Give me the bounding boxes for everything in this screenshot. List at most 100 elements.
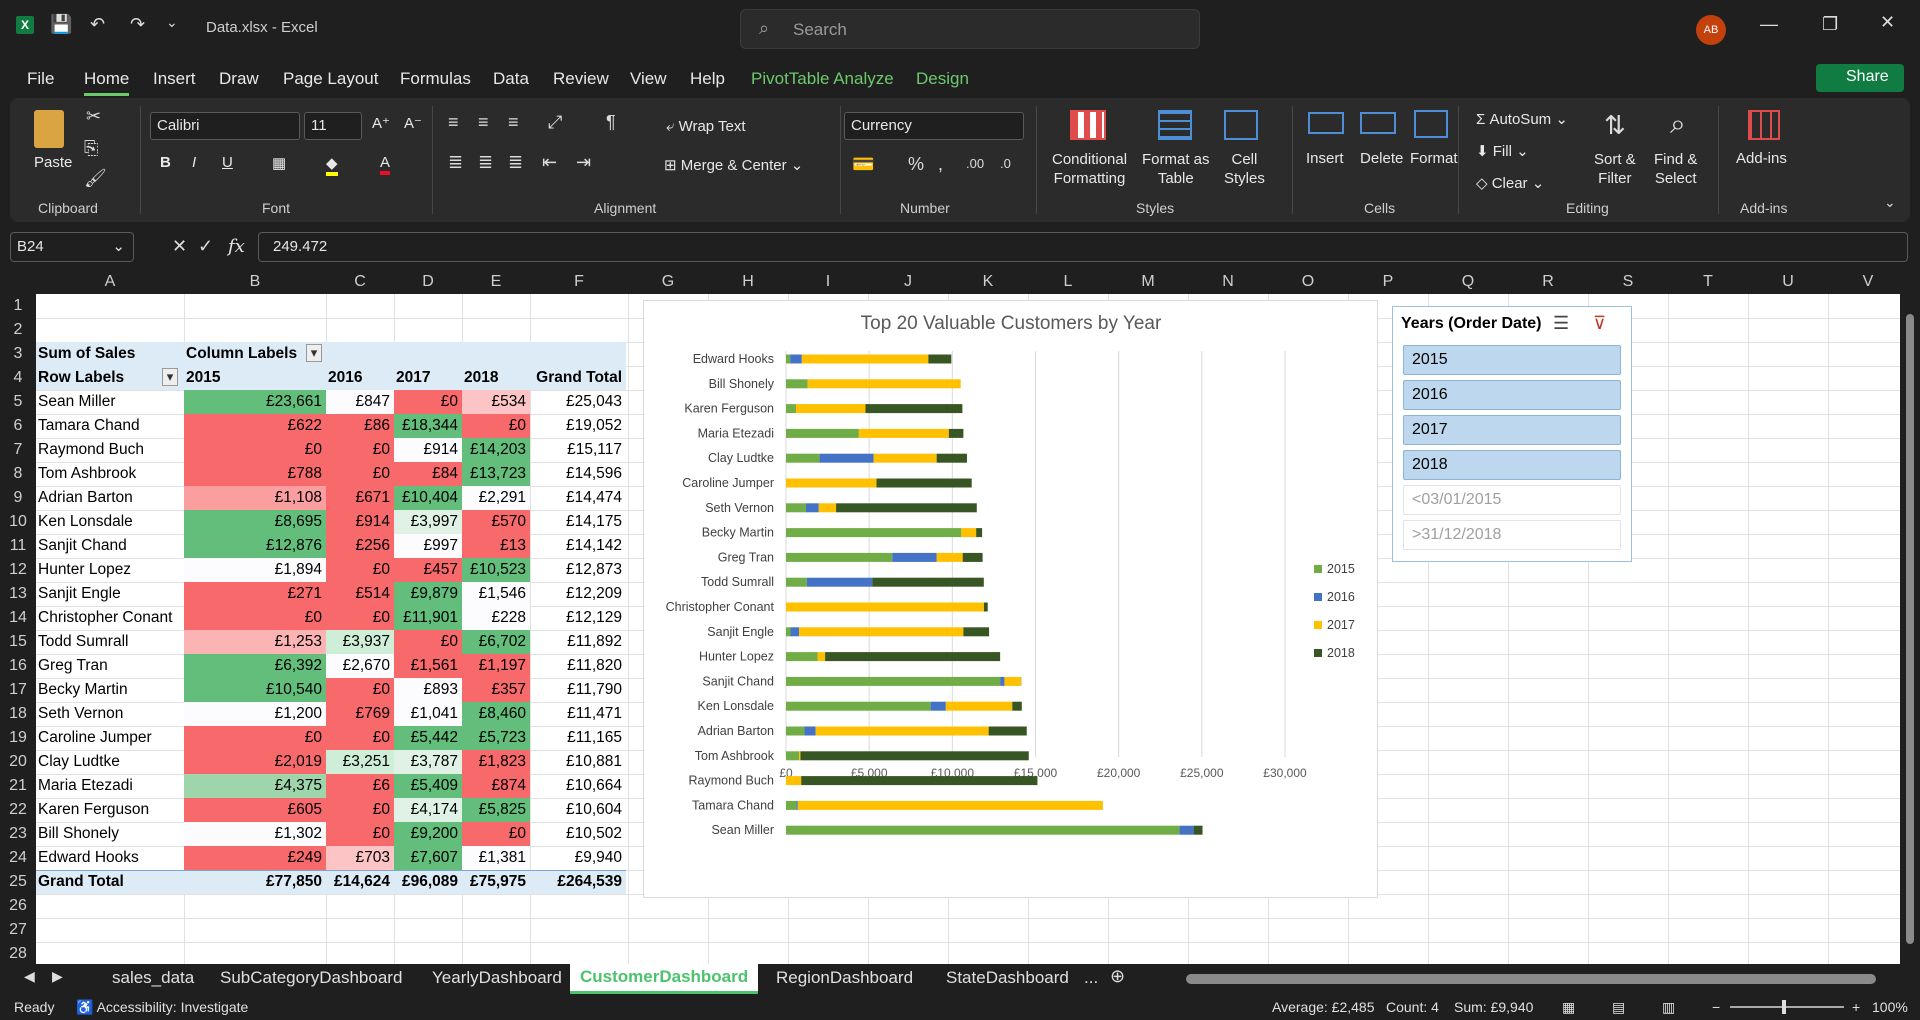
row-header[interactable]: 11	[0, 534, 36, 558]
column-header[interactable]: T	[1668, 273, 1748, 291]
pivot-row-name[interactable]: Raymond Buch	[36, 438, 184, 462]
format-cells-icon[interactable]	[1414, 110, 1448, 138]
scroll-tabs-left-icon[interactable]: ◀	[24, 968, 35, 985]
row-header[interactable]: 20	[0, 750, 36, 774]
undo-icon[interactable]: ↶	[90, 14, 105, 35]
pivot-value-cell[interactable]: £605	[184, 798, 326, 822]
pivot-value-cell[interactable]: £11,892	[530, 630, 626, 654]
row-header[interactable]: 24	[0, 846, 36, 870]
pivot-value-cell[interactable]: £12,209	[530, 582, 626, 606]
pivot-value-cell[interactable]: £0	[326, 438, 394, 462]
pivot-value-cell[interactable]: £12,873	[530, 558, 626, 582]
tab-view[interactable]: View	[630, 69, 667, 89]
row-header[interactable]: 3	[0, 342, 36, 366]
paste-icon[interactable]	[34, 110, 64, 148]
column-header[interactable]: L	[1028, 273, 1108, 291]
pivot-value-cell[interactable]: £622	[184, 414, 326, 438]
wrap-text-button[interactable]: ⤶ Wrap Text	[666, 118, 746, 135]
status-count[interactable]: Count: 4	[1386, 999, 1439, 1015]
pivot-value-cell[interactable]: £0	[326, 798, 394, 822]
pivot-value-cell[interactable]: £2,670	[326, 654, 394, 678]
font-name-select[interactable]: Calibri	[150, 112, 300, 140]
rtl-icon[interactable]: ¶	[606, 112, 616, 133]
pivot-value-cell[interactable]: £10,604	[530, 798, 626, 822]
pivot-value-cell[interactable]: £86	[326, 414, 394, 438]
column-header[interactable]: K	[948, 273, 1028, 291]
grand-total-value[interactable]: £77,850	[184, 870, 326, 894]
pivot-value-cell[interactable]: £14,142	[530, 534, 626, 558]
increase-indent-icon[interactable]: ⇥	[576, 152, 591, 173]
pivot-value-cell[interactable]: £5,442	[394, 726, 462, 750]
row-header[interactable]: 13	[0, 582, 36, 606]
pivot-value-cell[interactable]: £11,471	[530, 702, 626, 726]
number-format-select[interactable]: Currency	[844, 112, 1024, 140]
addins-icon[interactable]	[1748, 110, 1780, 140]
column-header[interactable]: Q	[1428, 273, 1508, 291]
column-header[interactable]: F	[530, 273, 628, 291]
pivot-value-cell[interactable]: £703	[326, 846, 394, 870]
pivot-value-cell[interactable]: £1,381	[462, 846, 530, 870]
decrease-indent-icon[interactable]: ⇤	[542, 152, 557, 173]
pivot-value-cell[interactable]: £23,661	[184, 390, 326, 414]
sheet-tab[interactable]: sales_data	[112, 968, 194, 988]
grand-total-label[interactable]: Grand Total	[36, 870, 184, 894]
pivot-value-cell[interactable]: £8,460	[462, 702, 530, 726]
pivot-value-cell[interactable]: £228	[462, 606, 530, 630]
grand-total-value[interactable]: £96,089	[394, 870, 462, 894]
row-header[interactable]: 9	[0, 486, 36, 510]
tab-page-layout[interactable]: Page Layout	[283, 69, 378, 89]
column-header[interactable]: M	[1108, 273, 1188, 291]
pivot-value-cell[interactable]: £10,404	[394, 486, 462, 510]
pivot-year-header[interactable]: 2016	[326, 366, 394, 390]
accounting-format-icon[interactable]: 💳	[852, 154, 874, 175]
page-layout-view-icon[interactable]: ▤	[1612, 999, 1625, 1016]
sheet-tab[interactable]: SubCategoryDashboard	[220, 968, 402, 988]
find-select-icon[interactable]: ⌕	[1670, 108, 1686, 141]
formula-input[interactable]: 249.472	[258, 232, 1908, 262]
pivot-value-cell[interactable]: £0	[394, 630, 462, 654]
pivot-row-name[interactable]: Bill Shonely	[36, 822, 184, 846]
row-header[interactable]: 19	[0, 726, 36, 750]
column-header[interactable]: C	[326, 273, 394, 291]
borders-icon[interactable]: ▦	[272, 154, 286, 172]
increase-font-icon[interactable]: A⁺	[372, 114, 390, 132]
row-header[interactable]: 22	[0, 798, 36, 822]
copy-icon[interactable]: ⎘	[84, 138, 98, 159]
zoom-slider[interactable]	[1730, 1006, 1844, 1008]
insert-cells-button[interactable]: Insert	[1306, 150, 1344, 167]
status-sum[interactable]: Sum: £9,940	[1454, 999, 1533, 1015]
row-header[interactable]: 16	[0, 654, 36, 678]
underline-icon[interactable]: U	[222, 154, 233, 171]
pivot-value-cell[interactable]: £914	[326, 510, 394, 534]
row-header[interactable]: 10	[0, 510, 36, 534]
pivot-value-cell[interactable]: £514	[326, 582, 394, 606]
customize-qat-icon[interactable]: ⌄	[166, 14, 178, 31]
row-header[interactable]: 26	[0, 894, 36, 918]
conditional-formatting-button[interactable]: Conditional Formatting	[1052, 150, 1127, 188]
font-size-select[interactable]: 11	[304, 112, 362, 140]
row-header[interactable]: 2	[0, 318, 36, 342]
pivot-value-cell[interactable]: £0	[326, 606, 394, 630]
pivot-value-cell[interactable]: £9,940	[530, 846, 626, 870]
pivot-row-name[interactable]: Sean Miller	[36, 390, 184, 414]
grand-total-value[interactable]: £75,975	[462, 870, 530, 894]
pivot-row-name[interactable]: Sanjit Chand	[36, 534, 184, 558]
pivot-value-cell[interactable]: £570	[462, 510, 530, 534]
align-bottom-icon[interactable]: ≡	[508, 112, 519, 133]
decrease-font-icon[interactable]: A⁻	[404, 114, 422, 132]
pivot-value-cell[interactable]: £357	[462, 678, 530, 702]
pivot-row-name[interactable]: Adrian Barton	[36, 486, 184, 510]
pivot-value-cell[interactable]: £8,695	[184, 510, 326, 534]
minimize-icon[interactable]: —	[1760, 14, 1778, 35]
tab-file[interactable]: File	[27, 69, 54, 89]
grand-total-value[interactable]: £14,624	[326, 870, 394, 894]
page-break-view-icon[interactable]: ▥	[1662, 999, 1675, 1016]
pivot-value-cell[interactable]: £0	[462, 414, 530, 438]
pivot-value-cell[interactable]: £3,997	[394, 510, 462, 534]
pivot-value-cell[interactable]: £18,344	[394, 414, 462, 438]
pivot-value-cell[interactable]: £0	[326, 726, 394, 750]
pivot-value-cell[interactable]: £12,129	[530, 606, 626, 630]
scroll-tabs-right-icon[interactable]: ▶	[52, 968, 63, 985]
slicer-item[interactable]: 2015	[1403, 345, 1621, 375]
tab-formulas[interactable]: Formulas	[400, 69, 471, 89]
